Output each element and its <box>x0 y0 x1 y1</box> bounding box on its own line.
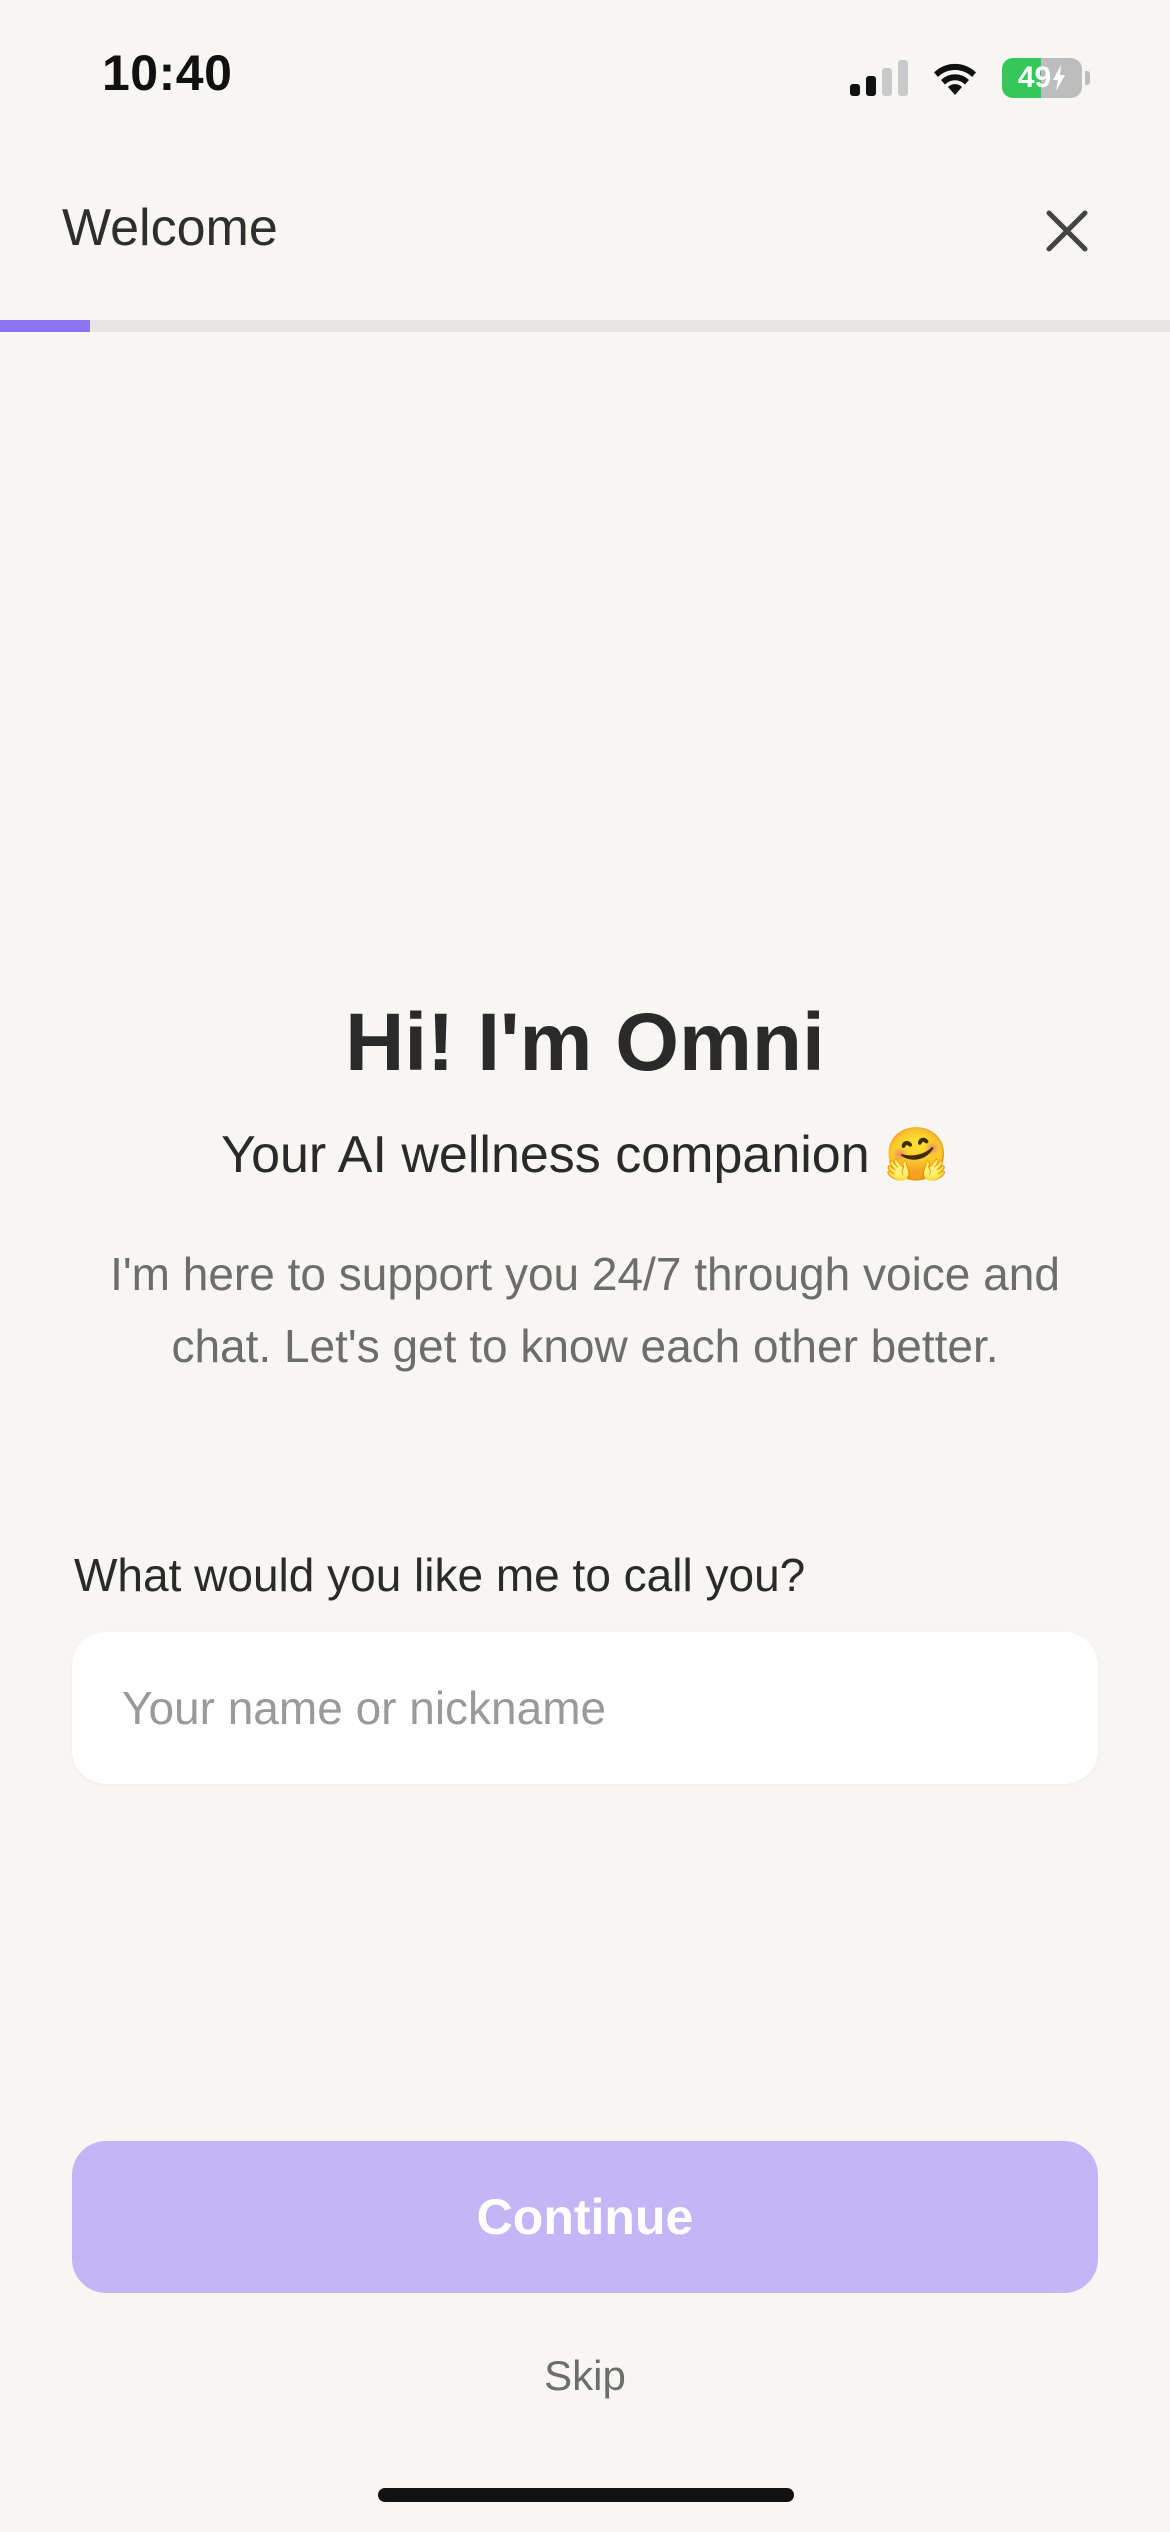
progress-fill <box>0 320 91 332</box>
greeting-subtitle: Your AI wellness companion 🤗 <box>0 1124 1170 1185</box>
onboarding-progress-bar <box>0 320 1170 332</box>
battery-icon: 49 <box>1002 58 1082 98</box>
subtitle-text: Your AI wellness companion <box>221 1126 870 1184</box>
battery-nub <box>1085 71 1090 85</box>
skip-link[interactable]: Skip <box>0 2352 1170 2400</box>
wifi-icon <box>934 63 976 95</box>
status-time: 10:40 <box>102 45 233 101</box>
charging-bolt-icon <box>1053 65 1066 91</box>
intro-description: I'm here to support you 24/7 through voi… <box>110 1248 1060 1372</box>
status-icons: 49 <box>850 56 1090 100</box>
status-bar: 10:40 49 <box>0 0 1170 150</box>
hugging-face-emoji-icon: 🤗 <box>884 1126 949 1184</box>
name-field-label: What would you like me to call you? <box>74 1549 806 1601</box>
battery-level: 49 <box>1017 61 1052 94</box>
name-input[interactable] <box>72 1632 1098 1784</box>
page-title: Welcome <box>62 199 278 257</box>
home-indicator <box>378 2488 794 2502</box>
continue-button[interactable]: Continue <box>72 2141 1098 2293</box>
close-icon <box>1046 210 1088 252</box>
close-button[interactable] <box>1032 196 1102 266</box>
cellular-signal-icon <box>850 60 908 96</box>
greeting-title: Hi! I'm Omni <box>345 997 825 1088</box>
